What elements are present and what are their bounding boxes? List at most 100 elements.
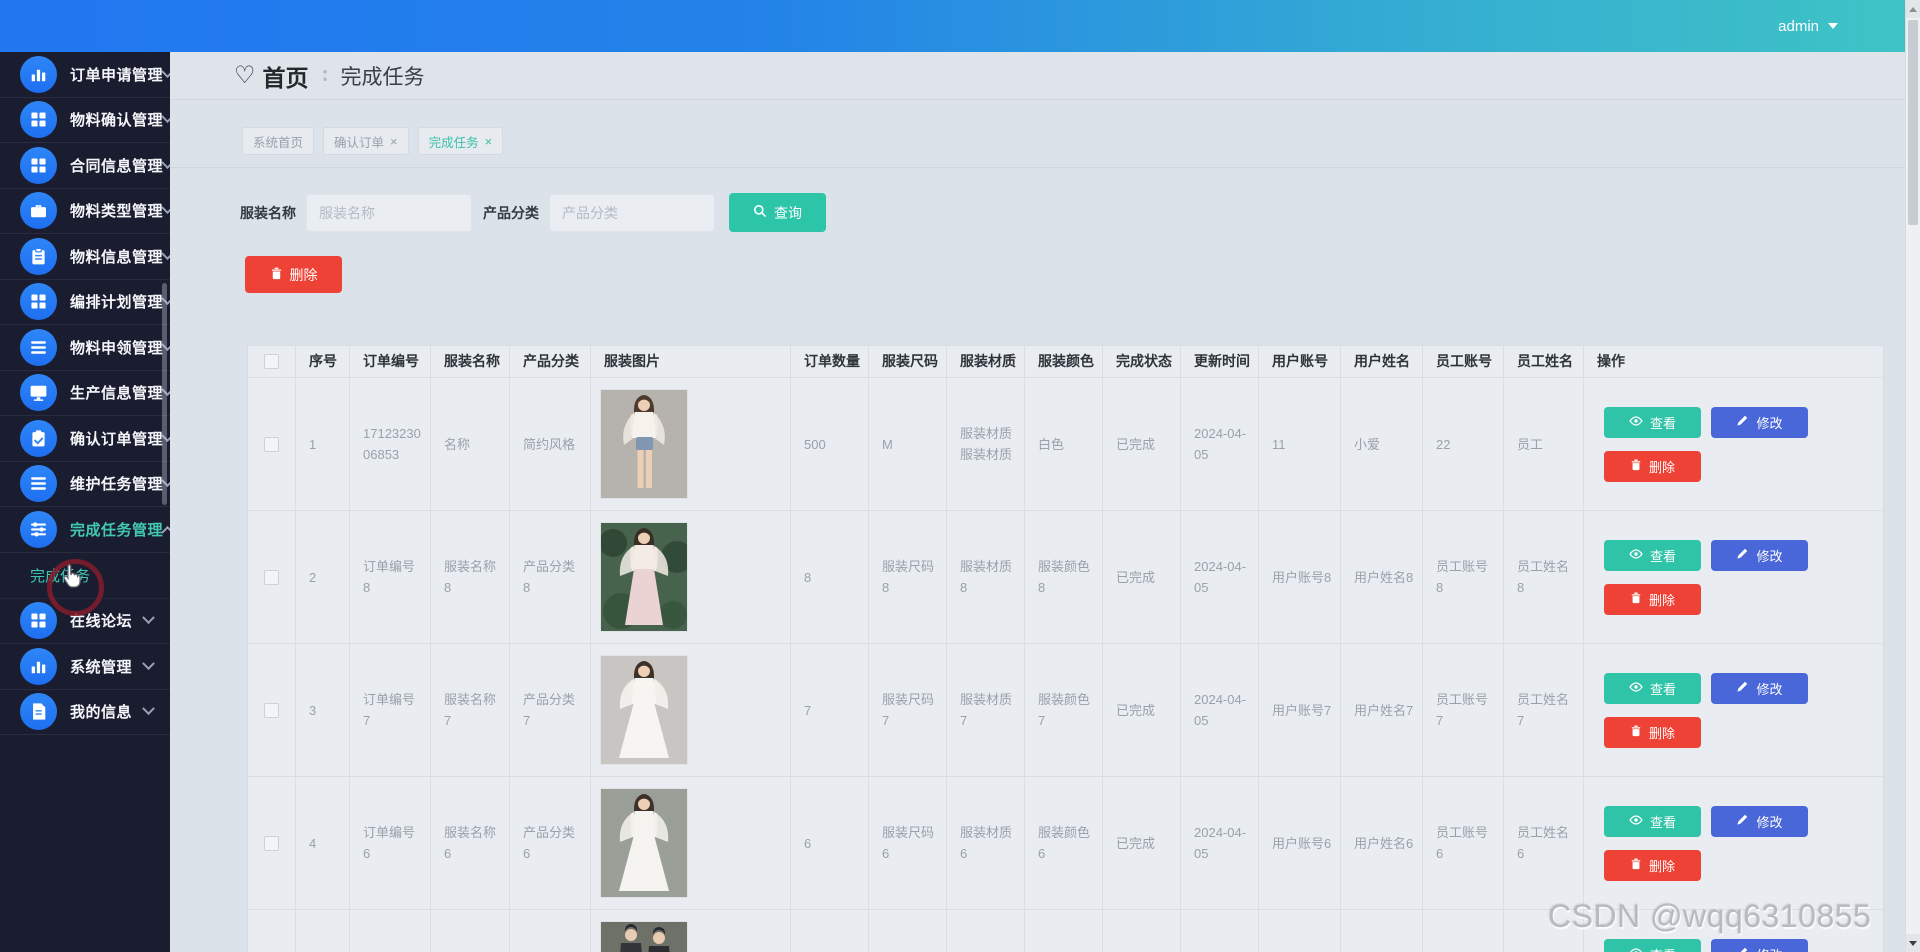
clothes-photo bbox=[601, 390, 687, 498]
cell-order-no: 订单编号7 bbox=[350, 644, 431, 777]
row-checkbox[interactable] bbox=[264, 569, 279, 585]
sidebar-item-label: 物料确认管理 bbox=[70, 112, 164, 130]
edit-button[interactable]: 修改 bbox=[1711, 406, 1808, 438]
product-category-input[interactable] bbox=[549, 193, 715, 232]
cell-staff-account: 22 bbox=[1423, 378, 1504, 511]
grid-icon bbox=[20, 101, 57, 139]
cell-status: 已完成 bbox=[1103, 511, 1181, 644]
breadcrumb-home[interactable]: 首页 bbox=[263, 59, 309, 93]
clothes-name-input[interactable] bbox=[306, 193, 472, 232]
view-button[interactable]: 查看 bbox=[1604, 539, 1701, 571]
edit-button[interactable]: 修改 bbox=[1711, 938, 1808, 952]
select-all-checkbox[interactable] bbox=[264, 354, 279, 369]
edit-label: 修改 bbox=[1756, 681, 1783, 697]
tab-confirm-order-tab[interactable]: 确认订单 × bbox=[323, 127, 409, 155]
view-button[interactable]: 查看 bbox=[1604, 672, 1701, 704]
delete-button[interactable]: 删除 bbox=[1604, 849, 1701, 881]
cell-category: 产品分类8 bbox=[510, 511, 591, 644]
view-label: 查看 bbox=[1650, 945, 1676, 952]
table-row: 4 订单编号6 服装名称6 产品分类6 6 服装尺码6 服装材质6 服装颜色6 已完成 2024-… bbox=[248, 777, 1884, 910]
sidebar-item-label: 系统管理 bbox=[70, 658, 133, 676]
delete-button[interactable]: 删除 bbox=[1604, 583, 1701, 615]
clothes-photo bbox=[601, 656, 687, 764]
view-button[interactable]: 查看 bbox=[1604, 406, 1701, 438]
edit-button[interactable]: 修改 bbox=[1711, 805, 1808, 837]
sidebar-item-label: 物料申领管理 bbox=[70, 339, 164, 357]
sidebar-item-material-info[interactable]: 物料信息管理 bbox=[0, 234, 170, 280]
sidebar-scrollbar-thumb[interactable] bbox=[162, 283, 167, 505]
cell-clothes-name bbox=[431, 910, 510, 952]
monitor-icon bbox=[20, 374, 57, 412]
query-button-label: 查询 bbox=[774, 204, 802, 221]
edit-button[interactable]: 修改 bbox=[1711, 672, 1808, 704]
header-cell-status: 完成状态 bbox=[1103, 346, 1181, 378]
sidebar-item-forum[interactable]: 在线论坛 bbox=[0, 599, 170, 644]
tab-finish-task-tab[interactable]: 完成任务 × bbox=[417, 127, 504, 155]
chart-bars-icon bbox=[20, 647, 57, 685]
view-button[interactable]: 查看 bbox=[1604, 805, 1701, 837]
row-checkbox[interactable] bbox=[264, 436, 279, 452]
user-name: admin bbox=[1778, 17, 1819, 35]
cell-seq: 3 bbox=[296, 644, 350, 777]
sidebar-item-label: 我的信息 bbox=[70, 704, 133, 722]
header-cell-staff-account: 员工账号 bbox=[1423, 346, 1504, 378]
sidebar-item-material-confirm[interactable]: 物料确认管理 bbox=[0, 98, 170, 143]
header-cell-staff-name: 员工姓名 bbox=[1504, 346, 1584, 378]
sidebar-item-material-type[interactable]: 物料类型管理 bbox=[0, 189, 170, 234]
cell-clothes-name: 服装名称8 bbox=[431, 511, 510, 644]
sidebar-item-order-apply[interactable]: 订单申请管理 bbox=[0, 52, 170, 98]
cell-user-account bbox=[1259, 910, 1341, 952]
heart-icon: ♡ bbox=[234, 61, 256, 89]
header-cell-size: 服装尺码 bbox=[869, 346, 947, 378]
sidebar-item-label: 物料信息管理 bbox=[70, 248, 164, 266]
cell-qty: 8 bbox=[791, 511, 869, 644]
view-label: 查看 bbox=[1649, 814, 1676, 830]
header-cell-qty: 订单数量 bbox=[791, 346, 869, 378]
cell-color: 服装颜色6 bbox=[1025, 777, 1103, 910]
sidebar-item-maintain-task[interactable]: 维护任务管理 bbox=[0, 462, 170, 507]
sidebar-item-label: 确认订单管理 bbox=[70, 430, 164, 448]
sidebar-item-production-info[interactable]: 生产信息管理 bbox=[0, 371, 170, 416]
cell-size: 服装尺码6 bbox=[869, 777, 947, 910]
tab-label: 完成任务 bbox=[428, 135, 479, 150]
scrollbar-down-arrow[interactable] bbox=[1906, 934, 1920, 952]
edit-button[interactable]: 修改 bbox=[1711, 539, 1808, 571]
sidebar-item-contract-info[interactable]: 合同信息管理 bbox=[0, 143, 170, 189]
sidebar-subitem-finish-task[interactable]: 完成任务 bbox=[0, 553, 170, 599]
sidebar-item-confirm-order[interactable]: 确认订单管理 bbox=[0, 416, 170, 462]
page-scrollbar[interactable] bbox=[1905, 0, 1920, 952]
sidebar-item-my-info[interactable]: 我的信息 bbox=[0, 690, 170, 735]
cell-order-no: 订单编号8 bbox=[350, 511, 431, 644]
trash-icon bbox=[1630, 857, 1642, 873]
query-button[interactable]: 查询 bbox=[729, 193, 826, 232]
sidebar-item-label: 物料类型管理 bbox=[70, 203, 164, 221]
row-checkbox[interactable] bbox=[264, 835, 279, 851]
scrollbar-up-arrow[interactable] bbox=[1906, 0, 1920, 18]
tab-close-icon[interactable]: × bbox=[390, 135, 398, 148]
tab-home-tab[interactable]: 系统首页 bbox=[242, 127, 315, 155]
user-menu[interactable]: admin bbox=[1778, 0, 1838, 52]
header-cell-user-account: 用户账号 bbox=[1259, 346, 1341, 378]
cell-clothes-image bbox=[591, 511, 791, 644]
delete-label: 删除 bbox=[1648, 858, 1675, 874]
cell-status: 已完成 bbox=[1103, 644, 1181, 777]
bulk-delete-button[interactable]: 删除 bbox=[245, 256, 342, 293]
sidebar-item-material-request[interactable]: 物料申领管理 bbox=[0, 325, 170, 371]
sidebar-item-system[interactable]: 系统管理 bbox=[0, 644, 170, 690]
delete-button[interactable]: 删除 bbox=[1604, 716, 1701, 748]
edit-label: 修改 bbox=[1756, 814, 1783, 830]
row-checkbox[interactable] bbox=[264, 702, 279, 718]
header-select-all bbox=[248, 346, 296, 378]
delete-button[interactable]: 删除 bbox=[1604, 450, 1701, 482]
tab-close-icon[interactable]: × bbox=[485, 135, 493, 148]
view-button[interactable]: 查看 bbox=[1604, 938, 1701, 952]
header-cell-user-name: 用户姓名 bbox=[1341, 346, 1423, 378]
cell-color: 服装颜色7 bbox=[1025, 644, 1103, 777]
sidebar-item-plan-schedule[interactable]: 编排计划管理 bbox=[0, 280, 170, 325]
content-area: ♡ 首页 完成任务 系统首页 确认订单 × 完成任务 × 服装名称 产品分类 查询 删除 bbox=[170, 52, 1905, 952]
scrollbar-thumb[interactable] bbox=[1908, 20, 1918, 225]
cell-category: 产品分类7 bbox=[510, 644, 591, 777]
chart-bars-icon bbox=[20, 55, 57, 93]
briefcase-icon bbox=[20, 192, 57, 230]
sidebar-item-finish-task-mgmt[interactable]: 完成任务管理 bbox=[0, 507, 170, 553]
